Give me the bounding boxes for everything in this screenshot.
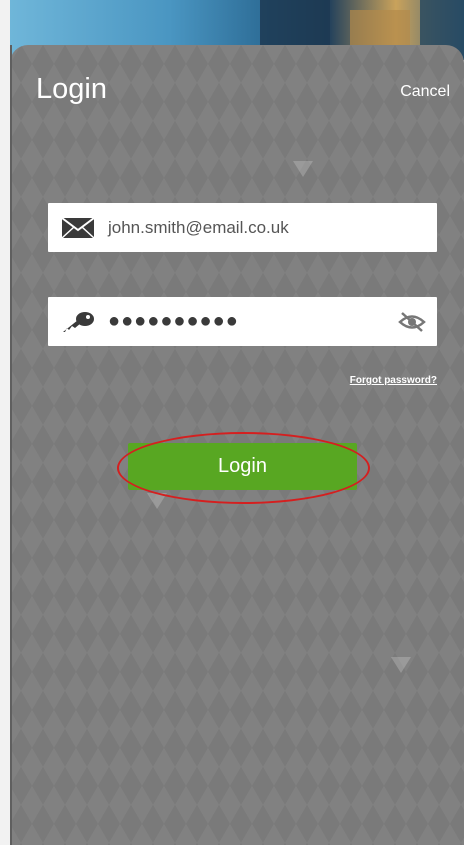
envelope-icon bbox=[48, 203, 108, 252]
login-button[interactable]: Login bbox=[128, 443, 357, 490]
cancel-button[interactable]: Cancel bbox=[400, 83, 450, 101]
decorative-triangle bbox=[293, 161, 313, 177]
panel-edge bbox=[10, 45, 12, 845]
eye-slash-icon[interactable] bbox=[387, 297, 437, 346]
password-value: ●●●●●●●●●● bbox=[108, 310, 239, 332]
email-value: john.smith@email.co.uk bbox=[108, 217, 289, 237]
decorative-triangle bbox=[147, 493, 167, 509]
forgot-password-link[interactable]: Forgot password? bbox=[350, 375, 437, 386]
password-field[interactable]: ●●●●●●●●●● bbox=[48, 297, 437, 346]
key-icon bbox=[48, 297, 108, 346]
decorative-triangle bbox=[391, 657, 411, 673]
login-panel: Login Cancel john.smith@email.co.uk ●●●●… bbox=[10, 45, 464, 845]
email-field[interactable]: john.smith@email.co.uk bbox=[48, 203, 437, 252]
page-title: Login bbox=[36, 73, 107, 105]
